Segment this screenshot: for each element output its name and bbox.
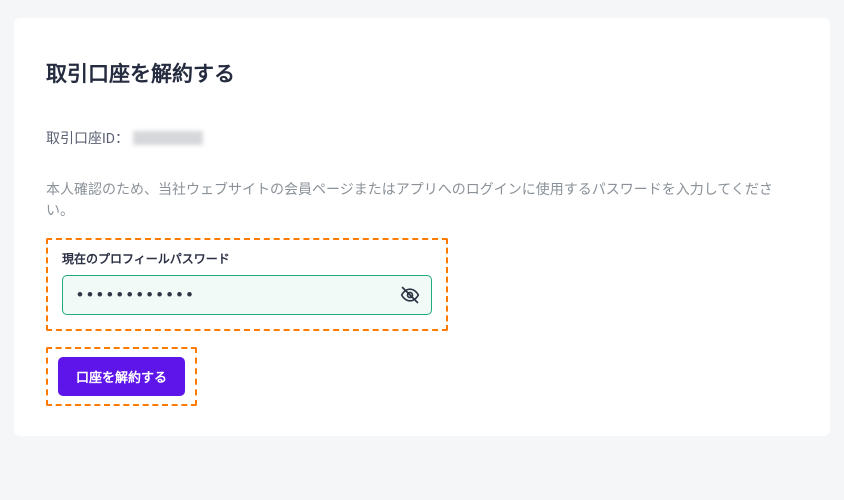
instruction-text: 本人確認のため、当社ウェブサイトの会員ページまたはアプリへのログインに使用するパ… (46, 180, 798, 222)
account-id-value (133, 131, 203, 145)
account-id-label: 取引口座ID： (46, 128, 129, 148)
password-input-wrap (62, 275, 432, 315)
close-account-button[interactable]: 口座を解約する (58, 357, 185, 396)
eye-off-icon (400, 285, 420, 305)
submit-button-highlight: 口座を解約する (46, 347, 197, 406)
password-input[interactable] (62, 275, 432, 315)
page-title: 取引口座を解約する (46, 58, 798, 88)
password-field-label: 現在のプロフィールパスワード (62, 250, 432, 267)
account-id-row: 取引口座ID： (46, 128, 798, 148)
close-account-card: 取引口座を解約する 取引口座ID： 本人確認のため、当社ウェブサイトの会員ページ… (14, 18, 830, 436)
password-field-highlight: 現在のプロフィールパスワード (46, 238, 448, 331)
toggle-password-visibility[interactable] (396, 281, 424, 309)
